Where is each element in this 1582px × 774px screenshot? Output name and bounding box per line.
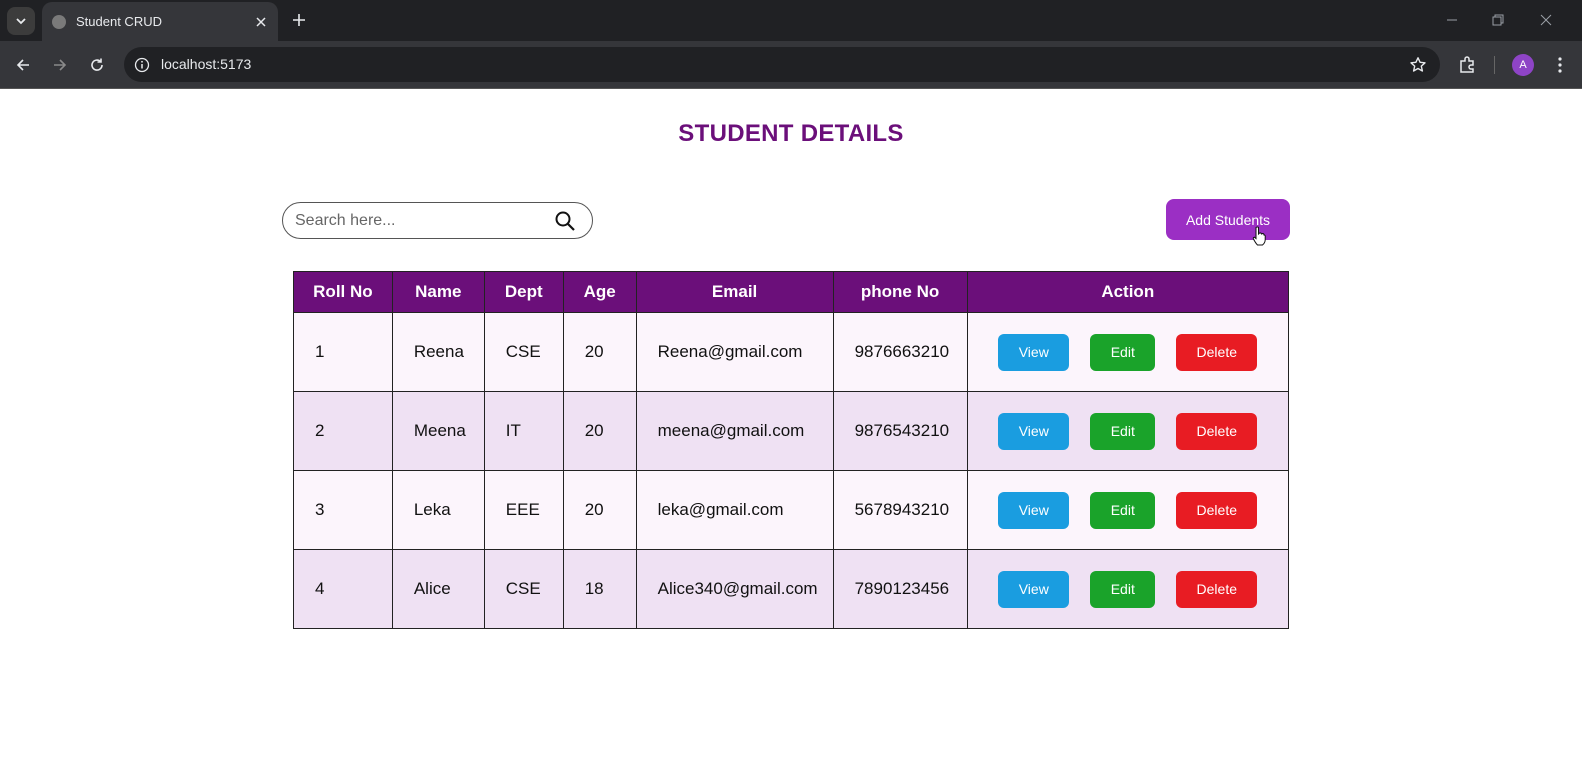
table-row: 2 Meena IT 20 meena@gmail.com 9876543210… bbox=[293, 391, 1290, 471]
table-row: 4 Alice CSE 18 Alice340@gmail.com 789012… bbox=[293, 549, 1290, 629]
cell-roll-no: 3 bbox=[293, 470, 393, 550]
back-button[interactable] bbox=[11, 53, 35, 77]
cell-phone: 7890123456 bbox=[832, 549, 968, 629]
hand-cursor-icon bbox=[1252, 226, 1266, 246]
cell-dept: CSE bbox=[483, 549, 564, 629]
chevron-down-icon bbox=[16, 18, 26, 25]
delete-button[interactable]: Delete bbox=[1176, 333, 1258, 371]
cell-name: Reena bbox=[391, 312, 485, 392]
restore-button[interactable] bbox=[1487, 9, 1509, 31]
delete-button[interactable]: Delete bbox=[1176, 491, 1258, 529]
table-header-row: Roll No Name Dept Age Email phone No Act… bbox=[293, 271, 1290, 313]
search-input[interactable] bbox=[295, 209, 545, 233]
cell-age: 20 bbox=[562, 391, 637, 471]
cell-roll-no: 4 bbox=[293, 549, 393, 629]
forward-button[interactable] bbox=[48, 53, 72, 77]
view-button[interactable]: View bbox=[998, 333, 1070, 371]
cell-actions: View Edit Delete bbox=[966, 312, 1290, 392]
cell-age: 20 bbox=[562, 312, 637, 392]
address-bar[interactable]: localhost:5173 bbox=[124, 47, 1440, 82]
cell-age: 18 bbox=[562, 549, 637, 629]
delete-button[interactable]: Delete bbox=[1176, 412, 1258, 450]
info-icon[interactable] bbox=[133, 56, 151, 74]
globe-icon bbox=[52, 14, 66, 29]
header-email: Email bbox=[635, 271, 834, 313]
search-icon[interactable] bbox=[554, 210, 576, 232]
close-window-button[interactable] bbox=[1535, 9, 1557, 31]
header-name: Name bbox=[391, 271, 485, 313]
plus-icon bbox=[293, 14, 305, 26]
extensions-icon[interactable] bbox=[1455, 53, 1479, 77]
cell-actions: View Edit Delete bbox=[966, 391, 1290, 471]
delete-button[interactable]: Delete bbox=[1176, 570, 1258, 608]
page-content: STUDENT DETAILS Add Students Roll No Nam… bbox=[0, 90, 1582, 774]
close-icon bbox=[1540, 14, 1552, 26]
new-tab-button[interactable] bbox=[288, 9, 310, 31]
arrow-right-icon bbox=[54, 59, 67, 71]
cell-phone: 5678943210 bbox=[832, 470, 968, 550]
header-action: Action bbox=[966, 271, 1290, 313]
more-menu-icon[interactable] bbox=[1550, 53, 1570, 77]
cell-phone: 9876543210 bbox=[832, 391, 968, 471]
cell-dept: IT bbox=[483, 391, 564, 471]
page-title: STUDENT DETAILS bbox=[678, 120, 904, 147]
students-table: Roll No Name Dept Age Email phone No Act… bbox=[293, 271, 1290, 629]
tab-search-button[interactable] bbox=[7, 7, 35, 35]
arrow-left-icon bbox=[16, 59, 29, 71]
edit-button[interactable]: Edit bbox=[1090, 412, 1156, 450]
reload-icon bbox=[91, 58, 103, 71]
minimize-icon bbox=[1447, 19, 1457, 21]
cell-age: 20 bbox=[562, 470, 637, 550]
close-tab-button[interactable] bbox=[250, 11, 272, 33]
edit-button[interactable]: Edit bbox=[1090, 491, 1156, 529]
cell-name: Meena bbox=[391, 391, 485, 471]
cell-name: Leka bbox=[391, 470, 485, 550]
cell-name: Alice bbox=[391, 549, 485, 629]
search-box bbox=[282, 202, 593, 239]
cell-roll-no: 2 bbox=[293, 391, 393, 471]
cell-phone: 9876663210 bbox=[832, 312, 968, 392]
restore-icon bbox=[1492, 14, 1504, 26]
reload-button[interactable] bbox=[85, 53, 109, 77]
bookmark-star-icon[interactable] bbox=[1408, 55, 1428, 75]
view-button[interactable]: View bbox=[998, 570, 1070, 608]
add-students-button[interactable]: Add Students bbox=[1166, 199, 1290, 240]
table-row: 1 Reena CSE 20 Reena@gmail.com 987666321… bbox=[293, 312, 1290, 392]
cell-roll-no: 1 bbox=[293, 312, 393, 392]
view-button[interactable]: View bbox=[998, 491, 1070, 529]
browser-toolbar: localhost:5173 A bbox=[0, 41, 1582, 89]
cell-actions: View Edit Delete bbox=[966, 470, 1290, 550]
close-icon bbox=[256, 16, 266, 27]
header-dept: Dept bbox=[483, 271, 564, 313]
browser-tab[interactable]: Student CRUD bbox=[42, 2, 278, 41]
url-text: localhost:5173 bbox=[161, 56, 252, 72]
cell-actions: View Edit Delete bbox=[966, 549, 1290, 629]
table-row: 3 Leka EEE 20 leka@gmail.com 5678943210 … bbox=[293, 470, 1290, 550]
profile-avatar[interactable]: A bbox=[1512, 54, 1534, 76]
browser-tab-bar: Student CRUD bbox=[0, 0, 1582, 41]
minimize-button[interactable] bbox=[1441, 9, 1463, 31]
edit-button[interactable]: Edit bbox=[1090, 570, 1156, 608]
cell-dept: CSE bbox=[483, 312, 564, 392]
cell-email: meena@gmail.com bbox=[635, 391, 834, 471]
edit-button[interactable]: Edit bbox=[1090, 333, 1156, 371]
cell-dept: EEE bbox=[483, 470, 564, 550]
toolbar-divider bbox=[1494, 56, 1495, 74]
cell-email: leka@gmail.com bbox=[635, 470, 834, 550]
cell-email: Reena@gmail.com bbox=[635, 312, 834, 392]
tab-title: Student CRUD bbox=[76, 14, 162, 29]
header-age: Age bbox=[562, 271, 637, 313]
view-button[interactable]: View bbox=[998, 412, 1070, 450]
header-phone-no: phone No bbox=[832, 271, 968, 313]
header-roll-no: Roll No bbox=[293, 271, 393, 313]
cell-email: Alice340@gmail.com bbox=[635, 549, 834, 629]
